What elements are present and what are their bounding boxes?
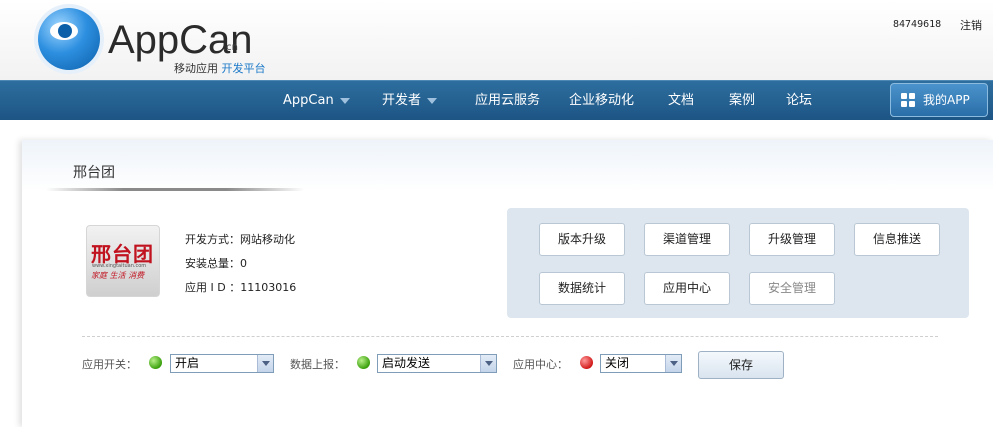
my-app-button[interactable]: 我的APP — [890, 83, 988, 117]
my-app-label: 我的APP — [923, 93, 970, 107]
nav-item-enterprise[interactable]: 企业移动化 — [569, 81, 634, 121]
statistics-button[interactable]: 数据统计 — [539, 272, 625, 305]
nav-item-cases[interactable]: 案例 — [729, 81, 755, 121]
grid-icon — [901, 93, 916, 108]
status-on-icon — [149, 356, 162, 369]
logo-tagline: 移动应用 开发平台 — [174, 60, 266, 76]
actions-box: 版本升级 渠道管理 升级管理 信息推送 数据统计 应用中心 安全管理 — [507, 208, 969, 318]
push-notification-button[interactable]: 信息推送 — [854, 223, 940, 256]
dropdown-arrow-icon[interactable] — [257, 355, 273, 372]
site-header: AppCan .cn 移动应用 开发平台 84749618 注销 — [0, 0, 993, 80]
status-on-icon — [357, 356, 370, 369]
security-management-button[interactable]: 安全管理 — [749, 272, 835, 305]
main-nav: AppCan 开发者 应用云服务 企业移动化 文档 案例 论坛 我的APP — [0, 80, 993, 120]
nav-item-cloud-services[interactable]: 应用云服务 — [475, 81, 540, 121]
logo-tagline-a: 移动应用 — [174, 62, 218, 75]
status-off-icon — [580, 356, 593, 369]
appcan-logo[interactable]: AppCan .cn 移动应用 开发平台 — [28, 2, 278, 80]
app-switch-select[interactable]: 开启 — [170, 354, 274, 373]
panel-header — [22, 140, 993, 192]
save-button[interactable]: 保存 — [698, 351, 784, 379]
section-divider — [82, 336, 938, 337]
install-count: 安装总量：0 — [185, 257, 247, 270]
user-id[interactable]: 84749618 — [893, 19, 941, 30]
app-id: 应用 I D ：11103016 — [185, 281, 297, 294]
app-detail-panel: 邢台团 邢台团 www.xingtaituan.com 家庭 生活 消费 开发方… — [22, 140, 993, 427]
dropdown-arrow-icon[interactable] — [665, 355, 681, 372]
nav-item-docs[interactable]: 文档 — [668, 81, 694, 121]
chevron-down-icon — [339, 97, 350, 104]
app-center-select[interactable]: 关闭 — [600, 354, 682, 373]
nav-item-appcan[interactable]: AppCan — [283, 81, 350, 121]
logout-link[interactable]: 注销 — [960, 17, 982, 33]
dropdown-arrow-icon[interactable] — [480, 355, 496, 372]
logo-text: AppCan — [108, 18, 253, 62]
upgrade-management-button[interactable]: 升级管理 — [749, 223, 835, 256]
title-divider — [46, 188, 304, 191]
app-icon: 邢台团 www.xingtaituan.com 家庭 生活 消费 — [86, 225, 160, 297]
nav-item-label: AppCan — [283, 93, 334, 108]
app-icon-url: www.xingtaituan.com — [92, 263, 147, 269]
nav-item-developer[interactable]: 开发者 — [382, 81, 438, 121]
logo-pupil-icon — [58, 24, 72, 38]
version-upgrade-button[interactable]: 版本升级 — [539, 223, 625, 256]
app-switch-value: 开启 — [175, 356, 200, 370]
logo-tagline-b: 开发平台 — [221, 62, 266, 75]
data-report-value: 启动发送 — [382, 356, 431, 370]
dev-method: 开发方式：网站移动化 — [185, 233, 295, 246]
channel-management-button[interactable]: 渠道管理 — [644, 223, 730, 256]
app-center-button[interactable]: 应用中心 — [644, 272, 730, 305]
data-report-select[interactable]: 启动发送 — [377, 354, 497, 373]
app-center-label: 应用中心： — [513, 358, 568, 371]
page-title: 邢台团 — [73, 165, 115, 181]
nav-item-forum[interactable]: 论坛 — [786, 81, 812, 121]
logo-domain: .cn — [223, 42, 239, 53]
data-report-label: 数据上报： — [290, 358, 345, 371]
app-switch-label: 应用开关： — [82, 358, 137, 371]
app-icon-tagline: 家庭 生活 消费 — [91, 271, 145, 280]
app-center-value: 关闭 — [605, 356, 630, 370]
nav-item-label: 开发者 — [382, 93, 422, 108]
chevron-down-icon — [427, 97, 438, 104]
